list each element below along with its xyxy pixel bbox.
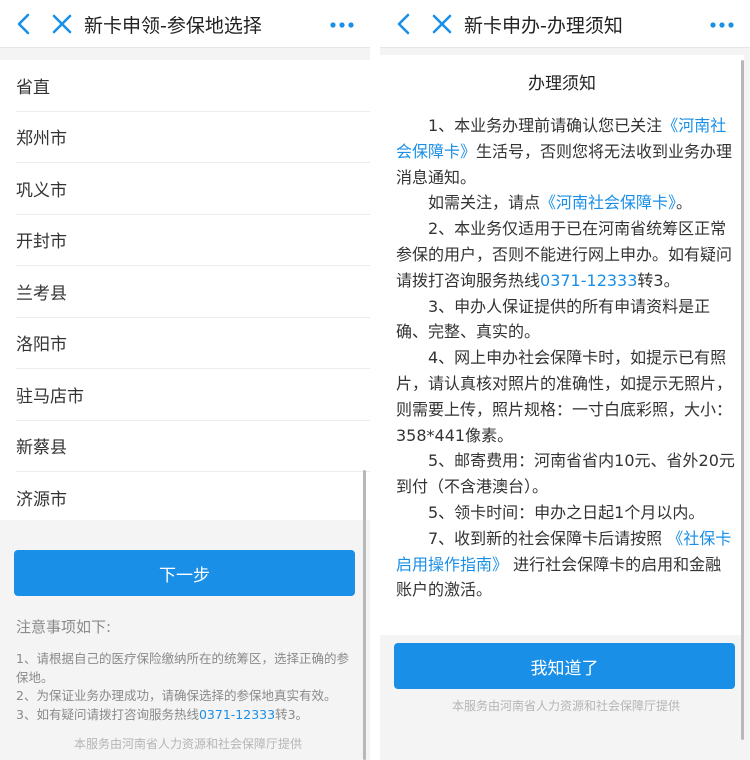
left-navbar: 新卡申领-参保地选择 [0,0,370,48]
list-item-label: 开封市 [16,232,67,253]
right-navbar: 新卡申办-办理须知 [380,0,750,48]
list-item[interactable]: 洛阳市 [16,318,370,369]
list-item-label: 洛阳市 [16,335,67,356]
footer-text: 本服务由河南省人力资源和社会保障厅提供 [74,737,303,751]
list-item-label: 兰考县 [16,283,67,304]
list-item-label: 省直 [16,77,50,98]
note-item: 2、为保证业务办理成功，请确保选择的参保地真实有效。 [16,688,337,703]
footer-text: 本服务由河南省人力资源和社会保障厅提供 [452,699,681,713]
note-item: 3、如有疑问请拨打咨询服务热线0371-12333转3。 [16,706,309,722]
chevron-left-icon[interactable] [394,10,414,42]
list-item[interactable]: 兰考县 [16,266,370,318]
notice-card: 办理须知 1、本业务办理前请确认您已关注《河南社会保障卡》生活号，否则您将无法收… [380,55,744,635]
notice-paragraph: 5、领卡时间：申办之日起1个月以内。 [428,502,705,522]
list-item[interactable]: 驻马店市 [16,369,370,421]
notice-paragraph: 1、本业务办理前请确认您已关注《河南社会保障卡》生活号，否则您将无法收到业务办理… [396,116,733,187]
hotline-link[interactable]: 0371-12333 [199,707,275,722]
list-item-label: 驻马店市 [16,386,84,407]
chevron-left-icon[interactable] [14,10,34,42]
notice-paragraph: 2、本业务仅适用于已在河南省统筹区正常参保的用户，否则不能进行网上申办。如有疑问… [396,219,733,290]
list-item-label: 新蔡县 [16,438,67,459]
hotline-link[interactable]: 0371-12333 [540,271,637,290]
left-screen: 新卡申领-参保地选择 省直 郑州市 巩义市 开封市 兰考县 洛阳市 驻马店市 新… [0,0,370,760]
acknowledge-button[interactable]: 我知道了 [394,643,735,689]
list-item[interactable]: 开封市 [16,215,370,266]
list-item-label: 郑州市 [16,129,67,150]
scrollbar[interactable] [741,60,744,740]
close-icon[interactable] [50,10,74,42]
notice-paragraph: 如需关注，请点《河南社会保障卡》。 [428,193,693,213]
more-dots-icon[interactable] [710,10,734,42]
list-item-label: 济源市 [16,490,67,511]
notice-body: 1、本业务办理前请确认您已关注《河南社会保障卡》生活号，否则您将无法收到业务办理… [396,113,736,603]
list-item[interactable]: 省直 [16,60,370,112]
scrollbar[interactable] [363,470,366,760]
list-item[interactable]: 郑州市 [16,112,370,163]
page-title: 新卡申领-参保地选择 [84,15,262,37]
region-list: 省直 郑州市 巩义市 开封市 兰考县 洛阳市 驻马店市 新蔡县 济源市 [0,60,370,520]
right-screen: 新卡申办-办理须知 办理须知 1、本业务办理前请确认您已关注《河南社会保障卡》生… [380,0,750,760]
list-item[interactable]: 济源市 [16,472,370,524]
notice-paragraph: 7、收到新的社会保障卡后请按照 《社保卡启用操作指南》 进行社会保障卡的启用和金… [396,528,732,600]
notes-list: 1、请根据自己的医疗保险缴纳所在的统筹区，选择正确的参保地。 2、为保证业务办理… [16,650,356,724]
close-icon[interactable] [430,10,454,42]
next-step-button[interactable]: 下一步 [14,550,355,596]
more-dots-icon[interactable] [330,10,354,42]
notice-title: 办理须知 [528,74,596,94]
follow-link[interactable]: 《河南社会保障卡》 [540,193,676,212]
list-item[interactable]: 巩义市 [16,163,370,215]
notice-paragraph: 5、邮寄费用：河南省省内10元、省外20元到付（不含港澳台）。 [396,451,735,497]
page-title: 新卡申办-办理须知 [464,15,623,37]
note-item: 1、请根据自己的医疗保险缴纳所在的统筹区，选择正确的参保地。 [16,651,349,685]
list-item-label: 巩义市 [16,180,67,201]
list-item[interactable]: 新蔡县 [16,421,370,472]
notice-paragraph: 4、网上申办社会保障卡时，如提示已有照片，请认真核对照片的准确性，如提示无照片，… [396,348,733,445]
notes-title: 注意事项如下: [16,618,112,636]
notice-paragraph: 3、申办人保证提供的所有申请资料是正确、完整、真实的。 [396,296,711,342]
